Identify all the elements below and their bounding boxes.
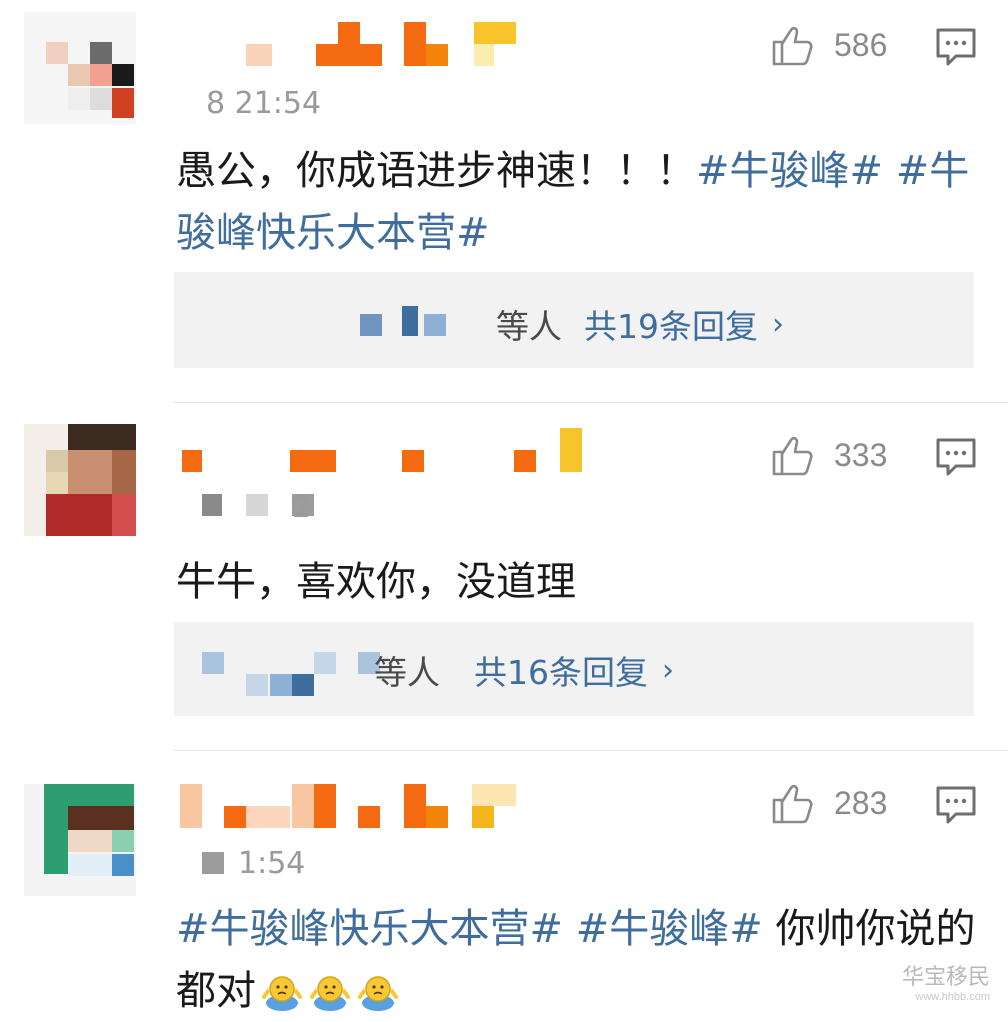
- reply-users-suffix: 等人: [496, 307, 562, 346]
- like-count: 333: [834, 436, 888, 473]
- watermark-url: www.hhbb.com: [915, 991, 990, 1003]
- reply-button[interactable]: [932, 22, 980, 70]
- view-replies-link[interactable]: 共19条回复 ›: [584, 300, 784, 348]
- thumb-up-icon: [772, 784, 813, 824]
- shrug-emoji-icon: [358, 976, 398, 1011]
- chevron-right-icon: ›: [772, 306, 784, 342]
- like-count: 283: [834, 784, 888, 821]
- comment-body: 牛牛，喜欢你，没道理: [176, 559, 576, 605]
- comment-body: 愚公，你成语进步神速！！！: [176, 148, 696, 194]
- thumb-up-icon: [772, 436, 813, 476]
- hashtag-link[interactable]: #牛骏峰快乐大本营#: [176, 906, 563, 952]
- view-replies-label: 共16条回复: [474, 653, 648, 692]
- shrug-emoji-icon: [310, 976, 350, 1011]
- comment-3: 1:54 283 #牛骏峰快乐大本营# #牛骏峰# 你帅你说的都对: [0, 758, 1008, 1021]
- thumb-up-icon: [772, 26, 813, 66]
- comment-2: 2 333 牛牛，喜欢你，没道理 等人 共16条回复 ›: [0, 410, 1008, 750]
- watermark: 华宝移民 www.hhbb.com: [902, 959, 990, 1003]
- avatar[interactable]: [24, 424, 136, 536]
- reply-summary[interactable]: 等人 共16条回复 ›: [174, 622, 974, 716]
- reply-summary[interactable]: 等人 共19条回复 ›: [174, 272, 974, 368]
- username[interactable]: [176, 22, 596, 66]
- divider: [174, 402, 1008, 403]
- comment-icon: [936, 786, 976, 824]
- watermark-title: 华宝移民: [901, 965, 990, 990]
- comment-1: 8 21:54 586 愚公，你成语进步神速！！！#牛骏峰# #牛骏峰快乐大本营…: [0, 0, 1008, 400]
- like-button[interactable]: 283: [770, 778, 930, 828]
- reply-users-suffix: 等人: [374, 653, 440, 692]
- like-count: 586: [834, 26, 888, 63]
- reply-button[interactable]: [932, 432, 980, 480]
- timestamp-text: 8 21:54: [206, 86, 322, 121]
- divider: [174, 750, 1008, 751]
- chevron-right-icon: ›: [662, 652, 674, 688]
- comment-icon: [936, 438, 976, 476]
- timestamp: 2: [176, 490, 476, 530]
- hashtag-link[interactable]: #牛骏峰#: [576, 906, 763, 952]
- view-replies-label: 共19条回复: [584, 307, 758, 346]
- comment-text: #牛骏峰快乐大本营# #牛骏峰# 你帅你说的都对: [176, 898, 976, 1022]
- hashtag-link[interactable]: #牛骏峰#: [696, 148, 883, 194]
- comment-text: 愚公，你成语进步神速！！！#牛骏峰# #牛骏峰快乐大本营#: [176, 140, 976, 264]
- comment-text: 牛牛，喜欢你，没道理: [176, 551, 976, 613]
- timestamp: 8 21:54: [176, 86, 476, 126]
- username[interactable]: [176, 428, 596, 472]
- view-replies-link[interactable]: 共16条回复 ›: [474, 646, 674, 694]
- timestamp: 1:54: [176, 846, 476, 886]
- like-button[interactable]: 586: [770, 20, 930, 70]
- reply-button[interactable]: [932, 780, 980, 828]
- timestamp-text: 1:54: [238, 846, 306, 881]
- timestamp-text: 2: [292, 490, 312, 525]
- avatar[interactable]: [24, 12, 136, 124]
- like-button[interactable]: 333: [770, 430, 930, 480]
- shrug-emoji-icon: [262, 976, 302, 1011]
- username[interactable]: [176, 784, 596, 828]
- comment-icon: [936, 28, 976, 66]
- avatar[interactable]: [24, 784, 136, 896]
